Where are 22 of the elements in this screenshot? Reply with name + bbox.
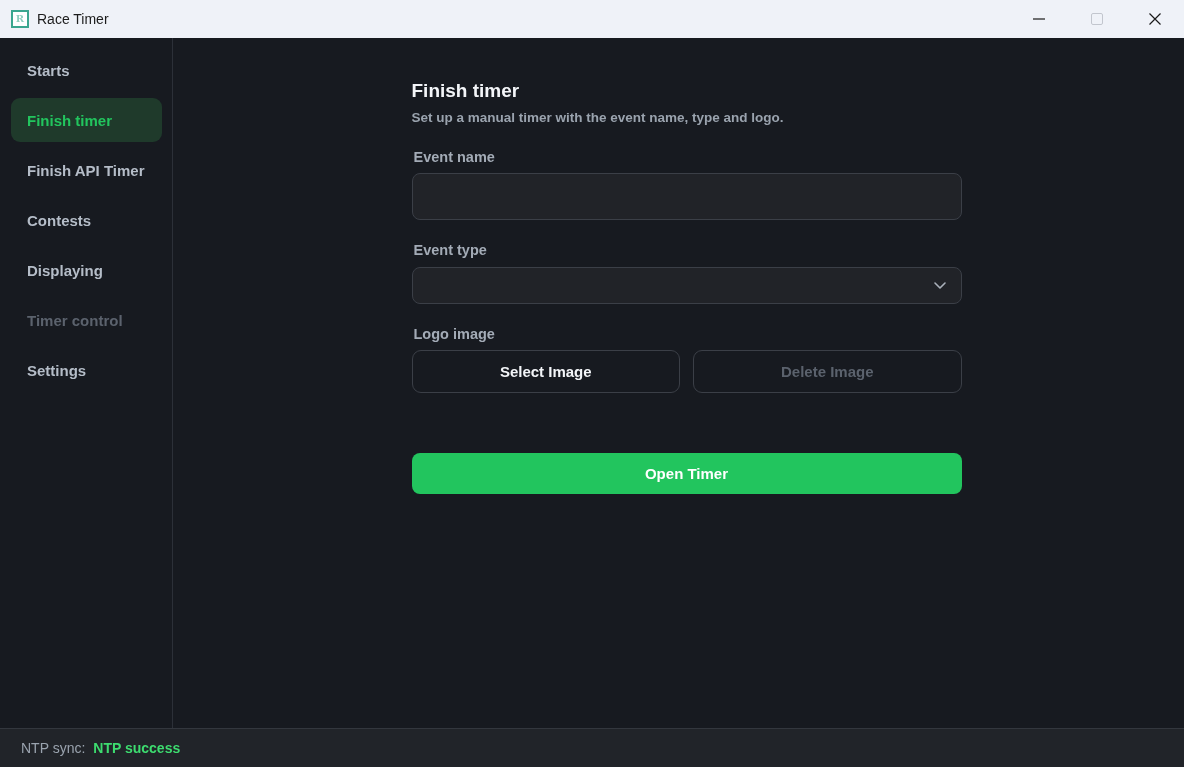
app-logo: R [11, 10, 29, 28]
sidebar-item[interactable]: Displaying [11, 248, 162, 292]
minimize-icon [1033, 18, 1045, 20]
window-title: Race Timer [37, 11, 109, 27]
status-value: NTP success [93, 740, 181, 756]
dropdown-field[interactable] [411, 267, 962, 304]
sidebar-item[interactable]: Finish API Timer [11, 148, 162, 192]
close-icon [1149, 13, 1161, 25]
field-label: Event type [412, 241, 488, 259]
input-field[interactable] [411, 173, 962, 220]
sidebar-item[interactable]: Starts [11, 48, 162, 92]
form-title: Finish timer [411, 80, 521, 102]
select-image-button[interactable]: Select Image [411, 350, 680, 393]
chevron-down-icon [933, 282, 946, 289]
sidebar-item[interactable]: Settings [11, 348, 162, 392]
sidebar-item[interactable]: Contests [11, 198, 162, 242]
maximize-icon [1091, 13, 1103, 25]
form-description: Set up a manual timer with the event name, type and logo. [411, 109, 785, 127]
field-label: Logo image [412, 325, 496, 343]
sidebar-item[interactable]: Finish timer [11, 98, 162, 142]
field-label: Event name [412, 148, 496, 166]
status-label: NTP sync: [21, 740, 86, 756]
